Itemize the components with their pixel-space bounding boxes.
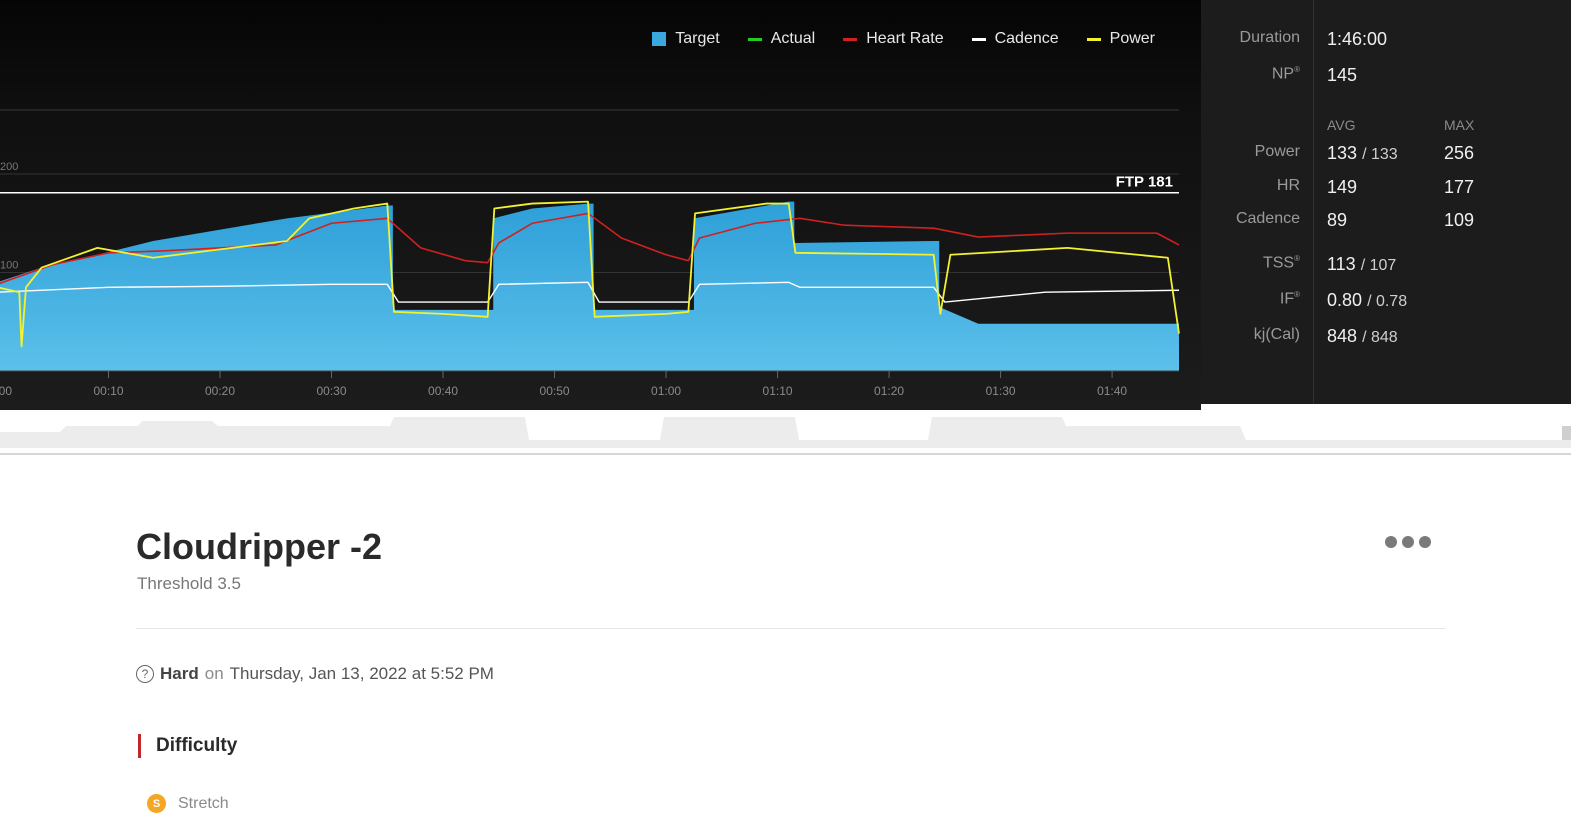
kj-label: kj(Cal)	[1253, 326, 1300, 343]
duration-label: Duration	[1239, 29, 1300, 46]
overview-profile-fill	[0, 417, 1571, 448]
workout-title: Cloudripper -2	[136, 526, 383, 567]
tss-label: TSS®	[1263, 254, 1300, 272]
max-column-header: MAX	[1444, 117, 1475, 133]
y-tick-label: 100	[0, 260, 18, 272]
x-tick-label: 01:20	[874, 384, 904, 398]
workout-chart[interactable]: 200 100 FTP 181 00:00 00:10 00:20 00:30 00:40 00…	[0, 0, 1201, 410]
legend-target-label: Target	[675, 30, 720, 47]
hr-label: HR	[1276, 177, 1300, 194]
power-max: 256	[1444, 143, 1475, 163]
x-tick-label: 00:50	[540, 384, 570, 398]
legend-cadence-swatch	[971, 37, 986, 41]
more-dot	[1402, 536, 1414, 548]
x-tick-label: 00:00	[0, 384, 12, 398]
if-label-text: IF	[1279, 290, 1295, 308]
legend-cadence[interactable]: Cadence	[971, 30, 1059, 48]
meta-on-text: on	[204, 664, 224, 683]
if-value-primary: 0.80	[1327, 290, 1363, 310]
more-dots-icon[interactable]	[1385, 536, 1431, 548]
chart-legend: Target Actual Heart Rate Cadence Power	[652, 30, 1155, 48]
tss-value-secondary: / 107	[1360, 257, 1397, 274]
stretch-label: Stretch	[178, 794, 229, 812]
workout-meta: ? Hard on Thursday, Jan 13, 2022 at 5:52…	[136, 664, 494, 684]
x-tick-label: 01:10	[763, 384, 793, 398]
if-label: IF®	[1280, 290, 1300, 308]
legend-power-swatch	[1086, 37, 1101, 41]
legend-target[interactable]: Target	[652, 30, 720, 48]
legend-heart-rate-swatch	[843, 37, 858, 41]
workout-details: Cloudripper -2 Threshold 3.5 ? Hard on T…	[0, 458, 1571, 830]
hr-max: 177	[1444, 177, 1475, 197]
if-value-secondary: / 0.78	[1367, 293, 1408, 310]
power-avg: 133 / 133	[1327, 143, 1398, 164]
cadence-max: 109	[1444, 210, 1475, 230]
legend-cadence-label: Cadence	[994, 30, 1059, 47]
difficulty-accent-bar	[138, 734, 141, 758]
np-reg-mark: ®	[1294, 65, 1300, 74]
np-value: 145	[1327, 65, 1358, 85]
overview-scroll-handle[interactable]	[1562, 426, 1571, 440]
tss-reg-mark: ®	[1294, 254, 1300, 263]
legend-heart-rate-label: Heart Rate	[866, 30, 944, 47]
legend-power[interactable]: Power	[1086, 30, 1155, 48]
overview-profile	[0, 417, 1571, 455]
hr-avg: 149	[1327, 177, 1358, 197]
power-label: Power	[1254, 143, 1300, 160]
legend-actual-swatch	[747, 37, 762, 41]
x-tick-label: 00:10	[93, 384, 123, 398]
kj-value-primary: 848	[1327, 326, 1358, 346]
difficulty-section-header: Difficulty	[138, 734, 237, 758]
power-avg-value: 133	[1327, 143, 1358, 163]
kj-value: 848 / 848	[1327, 326, 1398, 347]
workout-subtitle: Threshold 3.5	[137, 574, 241, 593]
help-circle-icon[interactable]: ?	[136, 665, 154, 683]
np-label-text: NP	[1271, 65, 1295, 83]
x-tick-label: 01:30	[986, 384, 1016, 398]
power-avg-secondary: / 133	[1362, 146, 1398, 163]
np-label: NP®	[1272, 65, 1300, 83]
legend-power-label: Power	[1109, 30, 1155, 47]
legend-actual[interactable]: Actual	[747, 30, 816, 48]
kj-value-secondary: / 848	[1362, 329, 1398, 346]
workout-chart-panel: 200 100 FTP 181 00:00 00:10 00:20 00:30 00:40 00…	[0, 0, 1201, 410]
avg-column-header: AVG	[1327, 117, 1356, 133]
if-reg-mark: ®	[1294, 290, 1300, 299]
ftp-label: FTP 181	[1116, 174, 1173, 191]
difficulty-rating: Hard	[160, 664, 199, 683]
x-tick-label: 01:40	[1097, 384, 1127, 398]
tss-value: 113 / 107	[1327, 254, 1396, 275]
legend-target-swatch	[652, 32, 667, 46]
workout-stats-panel: Duration 1:46:00 NP® 145 AVG MAX Power 1…	[1201, 0, 1571, 404]
difficulty-title: Difficulty	[156, 735, 238, 756]
tss-label-text: TSS	[1262, 254, 1295, 272]
x-tick-label: 00:40	[428, 384, 458, 398]
duration-value: 1:46:00	[1327, 29, 1388, 49]
cadence-label: Cadence	[1235, 210, 1300, 227]
y-tick-label: 200	[0, 161, 18, 173]
legend-actual-label: Actual	[770, 30, 816, 47]
workout-overview-strip[interactable]	[0, 410, 1571, 458]
if-value: 0.80 / 0.78	[1327, 290, 1407, 311]
legend-heart-rate[interactable]: Heart Rate	[843, 30, 944, 48]
x-tick-label: 01:00	[651, 384, 681, 398]
stats-divider	[1313, 0, 1314, 404]
stretch-item[interactable]: S Stretch	[147, 794, 229, 813]
tss-value-primary: 113	[1327, 254, 1356, 274]
more-dot	[1419, 536, 1431, 548]
x-tick-label: 00:30	[317, 384, 347, 398]
workout-date: Thursday, Jan 13, 2022 at 5:52 PM	[229, 664, 494, 683]
more-dot	[1385, 536, 1397, 548]
stretch-badge-icon: S	[147, 794, 166, 813]
section-divider	[136, 628, 1446, 629]
cadence-avg: 89	[1327, 210, 1348, 230]
x-tick-label: 00:20	[205, 384, 235, 398]
